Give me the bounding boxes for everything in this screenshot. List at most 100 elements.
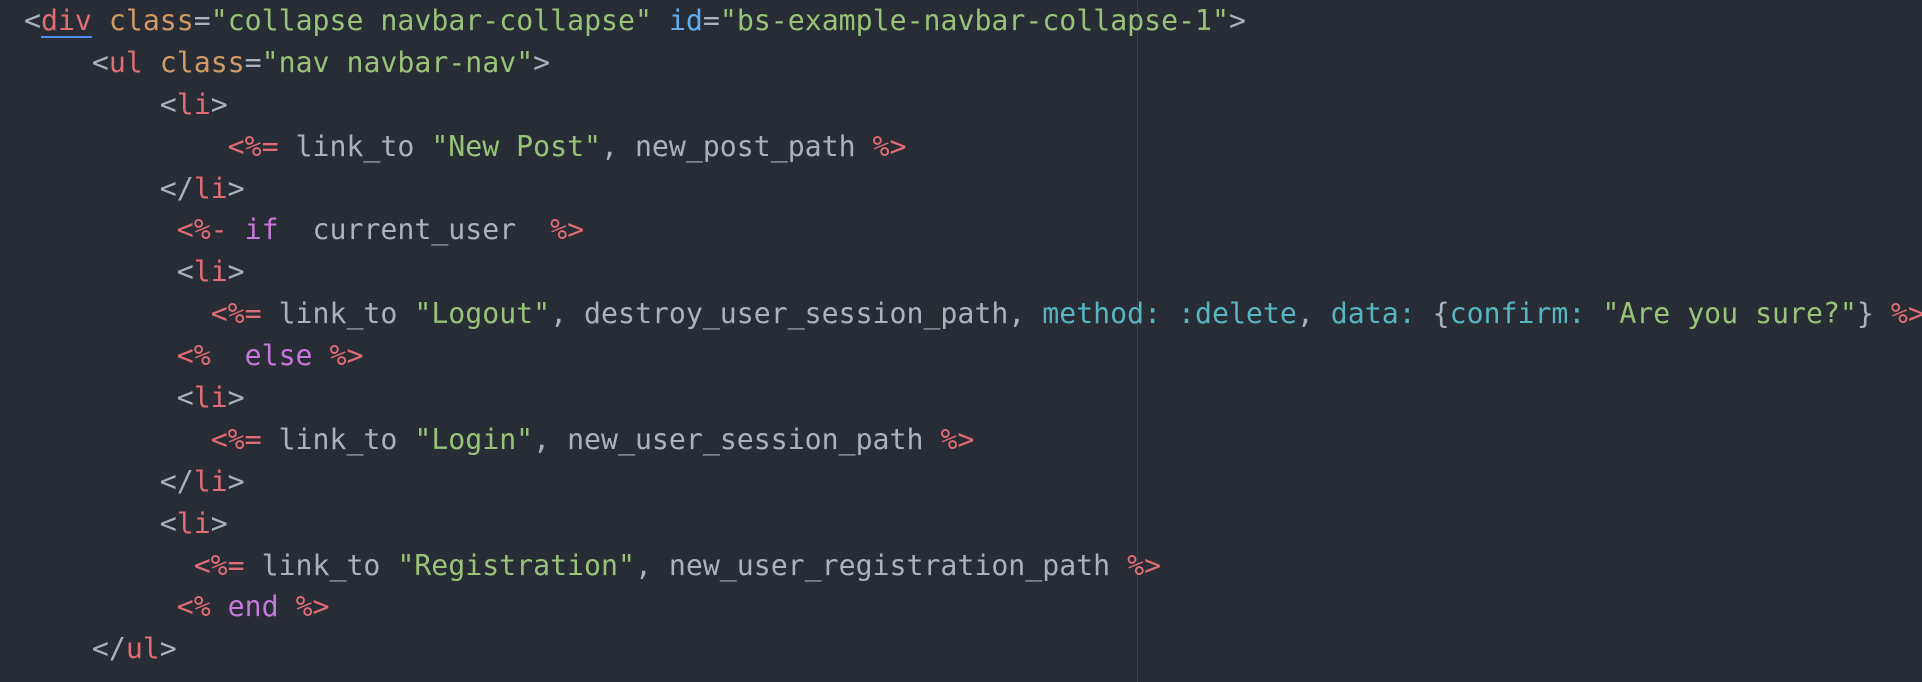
code-token: < <box>24 87 177 121</box>
code-token: "Login" <box>414 422 534 456</box>
code-token: > <box>533 45 551 79</box>
code-token: li <box>176 87 211 121</box>
code-token: %> <box>1890 297 1922 331</box>
code-token: "Registration" <box>397 548 635 582</box>
code-token: class <box>159 45 245 79</box>
code-line[interactable]: </ul> <box>24 628 1922 670</box>
code-token: ul <box>108 45 143 79</box>
code-line[interactable]: <li> <box>24 251 1922 293</box>
code-token: </ <box>24 171 194 205</box>
code-line[interactable]: <% end %> <box>24 586 1922 628</box>
code-token: <% <box>176 339 211 373</box>
code-line[interactable]: <%= link_to "Login", new_user_session_pa… <box>24 419 1922 461</box>
code-token: end <box>227 590 279 624</box>
code-token: div <box>40 4 92 37</box>
code-line[interactable]: <div class="collapse navbar-collapse" id… <box>24 0 1922 42</box>
code-token: > <box>227 171 245 205</box>
code-token: link_to <box>278 129 432 163</box>
code-token: %> <box>872 129 907 163</box>
code-token: = <box>193 4 211 37</box>
code-token: if <box>244 213 279 247</box>
code-token: , new_user_session_path <box>533 422 941 456</box>
code-token: > <box>227 381 245 415</box>
code-token: li <box>193 381 228 415</box>
code-token: li <box>193 255 228 289</box>
code-line[interactable]: <li> <box>24 503 1922 545</box>
code-editor[interactable]: <div class="collapse navbar-collapse" id… <box>0 0 1922 682</box>
code-token: < <box>24 255 194 289</box>
code-token: > <box>210 87 228 121</box>
code-line[interactable]: <%- if current_user %> <box>24 209 1922 251</box>
code-token: > <box>159 632 177 666</box>
code-token: , new_post_path <box>601 129 873 163</box>
code-token: <%= <box>210 422 262 456</box>
code-token: "bs-example-navbar-collapse-1" <box>719 4 1229 37</box>
code-token: > <box>1229 4 1246 37</box>
code-token: < <box>24 4 41 37</box>
code-token: %> <box>295 590 330 624</box>
code-token: %> <box>550 213 585 247</box>
code-token: li <box>193 171 228 205</box>
code-token: current_user <box>278 213 551 247</box>
code-token: </ <box>24 464 194 498</box>
code-line[interactable]: <ul class="nav navbar-nav"> <box>24 42 1922 84</box>
code-line[interactable]: <%= link_to "Logout", destroy_user_sessi… <box>24 293 1922 335</box>
code-line[interactable]: <% else %> <box>24 335 1922 377</box>
code-token: <%- <box>176 213 228 247</box>
code-line[interactable]: <li> <box>24 84 1922 126</box>
code-token: > <box>227 464 245 498</box>
code-token: link_to <box>244 548 398 582</box>
code-token: %> <box>940 422 975 456</box>
code-token: > <box>210 506 228 540</box>
code-line[interactable]: <%= link_to "New Post", new_post_path %> <box>24 126 1922 168</box>
code-token: ul <box>125 632 160 666</box>
code-token: link_to <box>261 422 415 456</box>
code-token: < <box>24 45 109 79</box>
code-token: , new_user_registration_path <box>634 548 1128 582</box>
code-token: data: <box>1330 297 1416 331</box>
code-token: </ <box>24 632 126 666</box>
code-token: < <box>24 506 177 540</box>
code-line[interactable]: <%= link_to "Registration", new_user_reg… <box>24 545 1922 587</box>
code-token: :delete <box>1178 297 1297 331</box>
code-token: <% <box>176 590 211 624</box>
code-token: confirm: <box>1449 297 1586 331</box>
code-line[interactable]: </li> <box>24 461 1922 503</box>
code-token: %> <box>329 339 364 373</box>
code-token: li <box>193 464 228 498</box>
code-token: = <box>244 45 262 79</box>
code-token: "Are you sure?" <box>1602 297 1857 331</box>
code-line[interactable]: <li> <box>24 377 1922 419</box>
code-token: <%= <box>227 129 279 163</box>
code-view[interactable]: <div class="collapse navbar-collapse" id… <box>24 0 1922 670</box>
code-token: "New Post" <box>431 129 602 163</box>
code-token: > <box>227 255 245 289</box>
code-token: } <box>1856 297 1891 331</box>
code-token: "Logout" <box>414 297 551 331</box>
code-token: id <box>668 4 703 37</box>
code-token: %> <box>1127 548 1162 582</box>
code-token: else <box>244 339 313 373</box>
code-token: "nav navbar-nav" <box>261 45 534 79</box>
code-token: , <box>1296 297 1331 331</box>
code-token: <%= <box>193 548 245 582</box>
code-token: method: <box>1042 297 1162 331</box>
code-line[interactable]: </li> <box>24 168 1922 210</box>
code-token: class <box>108 4 194 37</box>
code-token: "collapse navbar-collapse" <box>210 4 652 37</box>
